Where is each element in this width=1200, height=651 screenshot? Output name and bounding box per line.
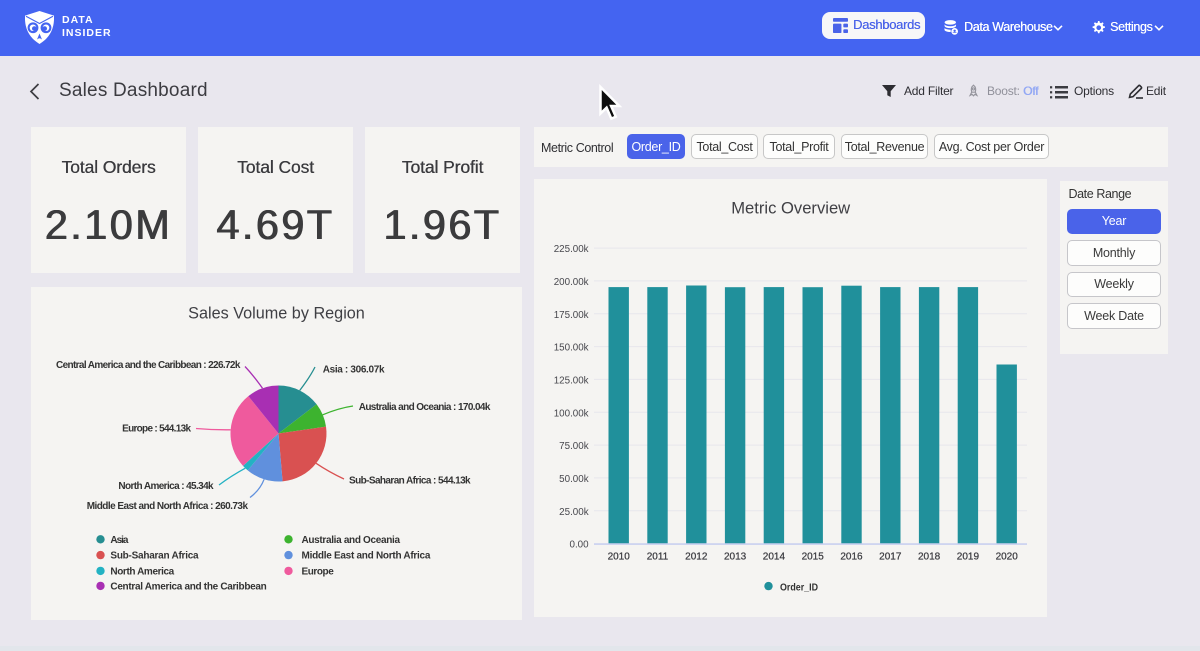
svg-text:Europe : 544.13k: Europe : 544.13k	[122, 424, 191, 435]
svg-text:Order_ID: Order_ID	[780, 581, 818, 593]
svg-text:2015: 2015	[802, 551, 825, 562]
svg-text:2019: 2019	[957, 551, 980, 562]
svg-text:50.00k: 50.00k	[559, 474, 589, 485]
svg-text:200.00k: 200.00k	[554, 277, 589, 288]
svg-text:175.00k: 175.00k	[554, 310, 589, 321]
svg-text:Sub-Saharan Africa : 544.13k: Sub-Saharan Africa : 544.13k	[349, 476, 471, 487]
svg-text:Australia and Oceania : 170.04: Australia and Oceania : 170.04k	[359, 402, 491, 413]
svg-text:2011: 2011	[647, 551, 669, 562]
svg-text:2016: 2016	[840, 551, 863, 562]
svg-text:75.00k: 75.00k	[559, 441, 589, 452]
svg-text:Middle East and North Africa: Middle East and North Africa	[302, 551, 431, 562]
svg-text:2010: 2010	[608, 551, 631, 562]
svg-text:North America : 45.34k: North America : 45.34k	[118, 481, 214, 492]
svg-text:100.00k: 100.00k	[554, 408, 589, 419]
svg-text:Sales Volume by Region: Sales Volume by Region	[188, 304, 365, 323]
svg-text:2017: 2017	[879, 551, 902, 562]
svg-text:Asia: Asia	[110, 535, 128, 546]
svg-text:2020: 2020	[996, 551, 1019, 562]
svg-text:2012: 2012	[685, 551, 708, 562]
svg-text:225.00k: 225.00k	[554, 244, 589, 255]
svg-text:Middle East and North Africa :: Middle East and North Africa : 260.73k	[87, 501, 249, 512]
svg-text:Sub-Saharan Africa: Sub-Saharan Africa	[110, 551, 199, 562]
svg-text:25.00k: 25.00k	[559, 507, 589, 518]
svg-text:2014: 2014	[763, 551, 786, 562]
svg-text:Metric Overview: Metric Overview	[731, 199, 851, 218]
svg-text:North America: North America	[110, 566, 174, 577]
svg-text:Europe: Europe	[302, 566, 335, 577]
svg-text:2013: 2013	[724, 551, 747, 562]
svg-text:Central America and the Caribb: Central America and the Caribbean	[110, 581, 266, 592]
svg-text:Australia and Oceania: Australia and Oceania	[302, 535, 401, 546]
svg-text:125.00k: 125.00k	[554, 375, 589, 386]
svg-text:Asia : 306.07k: Asia : 306.07k	[323, 364, 385, 375]
svg-text:2018: 2018	[918, 551, 941, 562]
svg-text:0.00: 0.00	[570, 540, 590, 551]
svg-text:150.00k: 150.00k	[554, 343, 589, 354]
svg-text:Central America and the Caribb: Central America and the Caribbean : 226.…	[56, 360, 241, 371]
